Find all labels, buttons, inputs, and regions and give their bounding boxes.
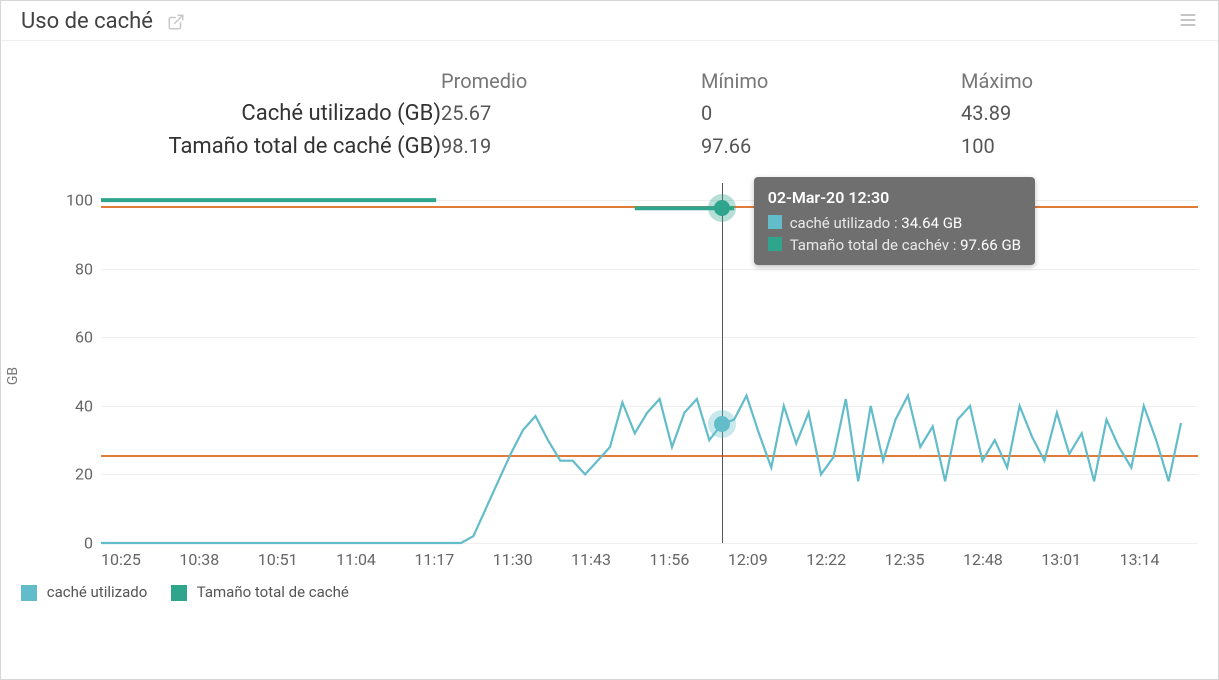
legend-label-used: caché utilizado xyxy=(47,583,148,601)
x-tick: 11:04 xyxy=(336,550,414,569)
x-tick: 12:35 xyxy=(885,550,963,569)
y-tick: 0 xyxy=(57,534,93,553)
legend-swatch-used xyxy=(21,585,37,601)
series-line xyxy=(101,200,734,208)
x-tick: 13:14 xyxy=(1120,550,1198,569)
legend-swatch-total xyxy=(171,585,187,601)
col-max: Máximo xyxy=(961,65,1198,97)
cache-usage-panel: Uso de caché Promedio Mínimo Máximo Cach… xyxy=(0,0,1219,680)
col-min: Mínimo xyxy=(701,65,961,97)
chart-area: GB 02040608010002-Mar-20 12:30caché util… xyxy=(21,183,1198,569)
row-total-label: Tamaño total de caché (GB) xyxy=(21,130,441,163)
x-axis-ticks: 10:2510:3810:5111:0411:1711:3011:4311:56… xyxy=(101,550,1198,569)
series-line xyxy=(101,396,1181,543)
x-tick: 10:38 xyxy=(179,550,257,569)
hamburger-menu-icon[interactable] xyxy=(1178,10,1198,34)
legend: caché utilizado Tamaño total de caché xyxy=(1,569,1218,615)
x-tick: 10:51 xyxy=(258,550,336,569)
total-min: 97.66 xyxy=(701,130,961,163)
x-tick: 12:09 xyxy=(728,550,806,569)
y-tick: 80 xyxy=(57,259,93,278)
hover-point xyxy=(714,416,730,432)
tooltip-date: 02-Mar-20 12:30 xyxy=(768,187,1021,209)
legend-item-used[interactable]: caché utilizado xyxy=(21,583,147,601)
x-tick: 12:48 xyxy=(963,550,1041,569)
col-avg: Promedio xyxy=(441,65,701,97)
y-tick: 40 xyxy=(57,396,93,415)
used-avg: 25.67 xyxy=(441,97,701,130)
x-tick: 11:30 xyxy=(493,550,571,569)
used-min: 0 xyxy=(701,97,961,130)
x-tick: 10:25 xyxy=(101,550,179,569)
open-external-icon[interactable] xyxy=(167,13,185,31)
panel-title: Uso de caché xyxy=(21,9,153,34)
total-max: 100 xyxy=(961,130,1198,163)
hover-vertical-line xyxy=(722,183,723,543)
used-max: 43.89 xyxy=(961,97,1198,130)
legend-item-total[interactable]: Tamaño total de caché xyxy=(171,583,349,601)
stats-table: Promedio Mínimo Máximo Caché utilizado (… xyxy=(1,41,1218,173)
y-tick: 100 xyxy=(57,191,93,210)
x-tick: 11:43 xyxy=(571,550,649,569)
row-used-label: Caché utilizado (GB) xyxy=(21,97,441,130)
chart-tooltip: 02-Mar-20 12:30caché utilizado : 34.64 G… xyxy=(754,177,1035,265)
y-tick: 60 xyxy=(57,328,93,347)
y-axis-label: GB xyxy=(5,367,21,385)
x-tick: 12:22 xyxy=(806,550,884,569)
panel-header: Uso de caché xyxy=(1,1,1218,41)
legend-label-total: Tamaño total de caché xyxy=(197,583,349,601)
hover-point xyxy=(714,200,730,216)
total-avg: 98.19 xyxy=(441,130,701,163)
y-tick: 20 xyxy=(57,465,93,484)
x-tick: 11:17 xyxy=(414,550,492,569)
x-tick: 11:56 xyxy=(650,550,728,569)
plot-area[interactable]: 02040608010002-Mar-20 12:30caché utiliza… xyxy=(101,183,1198,544)
x-tick: 13:01 xyxy=(1041,550,1119,569)
